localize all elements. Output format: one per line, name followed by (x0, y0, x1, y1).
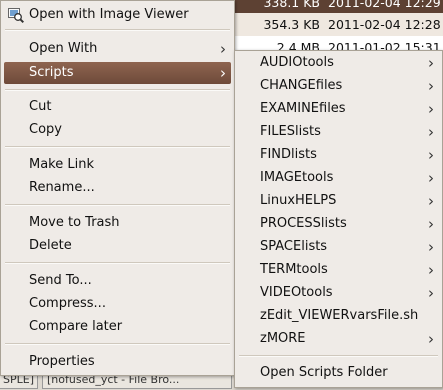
chevron-right-icon: › (428, 330, 434, 348)
compare-later-item[interactable]: Compare later (4, 316, 231, 338)
chevron-right-icon: › (428, 284, 434, 302)
menu-item-label: Move to Trash (29, 215, 120, 230)
menu-item-label: IMAGEtools (260, 170, 334, 185)
chevron-right-icon: › (428, 215, 434, 233)
menu-item-label: FINDlists (260, 147, 317, 162)
file-date: 2011-02-04 12:28 (328, 17, 441, 32)
menu-item-label: VIDEOtools (260, 285, 333, 300)
chevron-right-icon: › (220, 40, 226, 58)
chevron-right-icon: › (428, 169, 434, 187)
separator (5, 146, 230, 148)
file-date: 2011-02-04 12:29 (328, 0, 441, 10)
menu-item-label: Cut (29, 99, 52, 114)
menu-item-label: Make Link (29, 157, 94, 172)
chevron-right-icon: › (428, 100, 434, 118)
chevron-right-icon: › (220, 64, 226, 82)
menu-item-label: PROCESSlists (260, 216, 347, 231)
separator (5, 89, 230, 91)
submenu-item-findlists[interactable]: FINDlists › (238, 144, 439, 166)
file-size: 338.1 KB (263, 0, 320, 10)
chevron-right-icon: › (428, 192, 434, 210)
submenu-item-videotools[interactable]: VIDEOtools › (238, 282, 439, 304)
menu-item-label: Send To... (29, 273, 92, 288)
copy-item[interactable]: Copy (4, 119, 231, 141)
properties-item[interactable]: Properties (4, 351, 231, 373)
chevron-right-icon: › (428, 123, 434, 141)
menu-item-label: Open With (29, 41, 98, 56)
menu-item-label: Compress... (29, 296, 106, 311)
open-with-image-viewer-item[interactable]: Open with Image Viewer (4, 4, 231, 26)
menu-item-label: Open Scripts Folder (260, 365, 388, 380)
menu-item-label: zMORE (260, 331, 306, 346)
menu-item-label: Open with Image Viewer (29, 7, 189, 22)
submenu-item-imagetools[interactable]: IMAGEtools › (238, 167, 439, 189)
image-viewer-icon (8, 8, 24, 23)
submenu-item-processlists[interactable]: PROCESSlists › (238, 213, 439, 235)
submenu-item-zedit-viewervarsfile[interactable]: zEdit_VIEWERvarsFile.sh (238, 305, 439, 327)
open-with-item[interactable]: Open With › (4, 38, 231, 60)
send-to-item[interactable]: Send To... (4, 270, 231, 292)
menu-item-label: CHANGEfiles (260, 78, 343, 93)
menu-item-label: Scripts (29, 65, 74, 80)
file-size: 354.3 KB (263, 17, 320, 32)
separator (239, 355, 438, 357)
submenu-item-examinefiles[interactable]: EXAMINEfiles › (238, 98, 439, 120)
chevron-right-icon: › (428, 54, 434, 72)
context-menu: Open with Image Viewer Open With › Scrip… (0, 0, 235, 376)
chevron-right-icon: › (428, 238, 434, 256)
submenu-item-fileslists[interactable]: FILESlists › (238, 121, 439, 143)
scripts-submenu: AUDIOtools › CHANGEfiles › EXAMINEfiles … (234, 50, 443, 388)
compress-item[interactable]: Compress... (4, 293, 231, 315)
cut-item[interactable]: Cut (4, 96, 231, 118)
separator (5, 343, 230, 345)
chevron-right-icon: › (428, 77, 434, 95)
menu-item-label: AUDIOtools (260, 55, 334, 70)
menu-item-label: LinuxHELPS (260, 193, 337, 208)
separator (5, 262, 230, 264)
menu-item-label: Compare later (29, 319, 123, 334)
scripts-item[interactable]: Scripts › (4, 62, 231, 84)
menu-item-label: SPACElists (260, 239, 328, 254)
delete-item[interactable]: Delete (4, 235, 231, 257)
file-row[interactable]: 338.1 KB 2011-02-04 12:29 (226, 0, 443, 14)
menu-item-label: Delete (29, 238, 72, 253)
submenu-item-termtools[interactable]: TERMtools › (238, 259, 439, 281)
menu-item-label: zEdit_VIEWERvarsFile.sh (260, 308, 419, 323)
menu-item-label: EXAMINEfiles (260, 101, 346, 116)
make-link-item[interactable]: Make Link (4, 154, 231, 176)
chevron-right-icon: › (428, 261, 434, 279)
menu-item-label: TERMtools (260, 262, 328, 277)
menu-item-label: Properties (29, 354, 95, 369)
chevron-right-icon: › (428, 146, 434, 164)
menu-item-label: FILESlists (260, 124, 321, 139)
file-row[interactable]: 354.3 KB 2011-02-04 12:28 (226, 13, 443, 36)
submenu-item-changefiles[interactable]: CHANGEfiles › (238, 75, 439, 97)
submenu-item-linuxhelps[interactable]: LinuxHELPS › (238, 190, 439, 212)
submenu-item-zmore[interactable]: zMORE › (238, 328, 439, 350)
separator (5, 29, 230, 31)
submenu-item-audiotools[interactable]: AUDIOtools › (238, 52, 439, 74)
open-scripts-folder-item[interactable]: Open Scripts Folder (238, 362, 439, 384)
menu-item-label: Copy (29, 122, 62, 137)
menu-item-label: Rename... (29, 180, 95, 195)
separator (5, 204, 230, 206)
move-to-trash-item[interactable]: Move to Trash (4, 212, 231, 234)
rename-item[interactable]: Rename... (4, 177, 231, 199)
submenu-item-spacelists[interactable]: SPACElists › (238, 236, 439, 258)
